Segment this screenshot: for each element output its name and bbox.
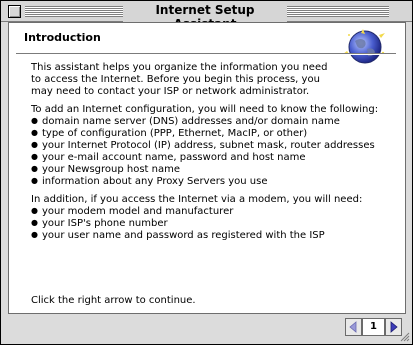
page-heading: Introduction [24,31,101,44]
page-navigation: 1 [345,317,402,337]
list-item: domain name server (DNS) addresses and/o… [31,116,396,128]
intro-line: to access the Internet. Before you begin… [31,74,320,85]
list-item: your e-mail account name, password and h… [31,152,396,164]
list-item: your user name and password as registere… [31,230,396,242]
continue-instruction: Click the right arrow to continue. [31,295,196,306]
modem-requirements-list: your modem model and manufacturer your I… [31,206,396,242]
page-number: 1 [362,318,385,336]
config-requirements-list: domain name server (DNS) addresses and/o… [31,116,396,188]
list-item: your ISP's phone number [31,218,396,230]
heading-divider [16,53,396,55]
setup-assistant-window: Internet Setup Assistant Introduction Th… [0,0,413,345]
title-bar-stripes-right [287,6,389,17]
list-item: information about any Proxy Servers you … [31,176,396,188]
title-bar-stripes-left [25,6,123,17]
left-arrow-icon [349,321,357,333]
close-box[interactable] [8,5,21,18]
resize-grip-icon[interactable] [398,330,410,342]
config-intro: To add an Internet configuration, you wi… [31,104,379,115]
intro-line: may need to contact your ISP or network … [31,86,310,97]
list-item: type of configuration (PPP, Ethernet, Ma… [31,128,396,140]
list-item: your Internet Protocol (IP) address, sub… [31,140,396,152]
intro-line: This assistant helps you organize the in… [31,62,328,73]
previous-page-button[interactable] [345,318,362,336]
list-item: your Newsgroup host name [31,164,396,176]
title-bar[interactable]: Internet Setup Assistant [1,1,412,31]
modem-intro: In addition, if you access the Internet … [31,194,363,205]
list-item: your modem model and manufacturer [31,206,396,218]
instructions-text: This assistant helps you organize the in… [31,62,396,242]
